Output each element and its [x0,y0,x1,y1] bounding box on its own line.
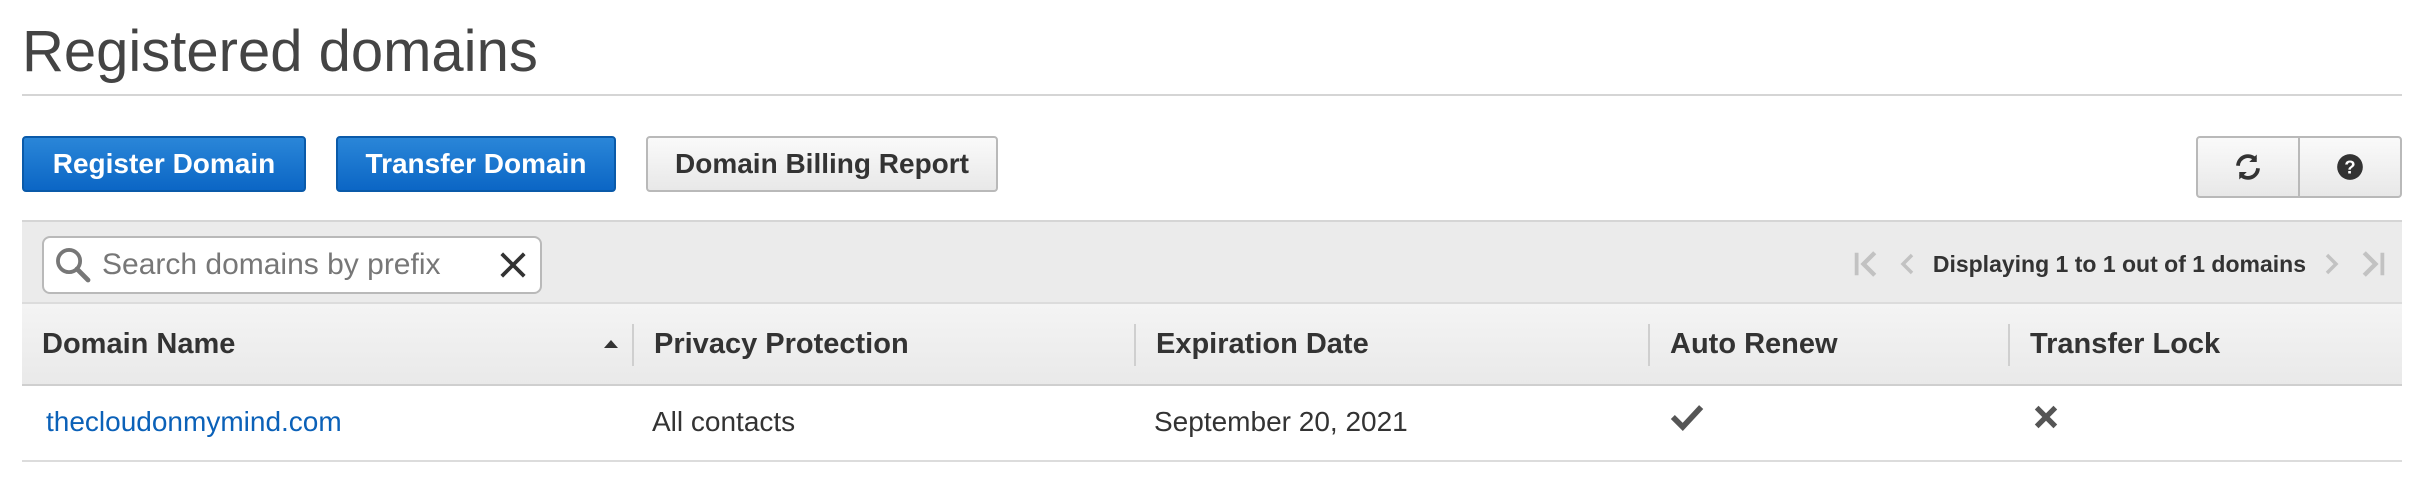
column-divider [2008,324,2010,366]
first-page-icon[interactable] [1851,249,1881,279]
domain-billing-report-button[interactable]: Domain Billing Report [646,136,998,192]
help-button[interactable]: ? [2298,138,2400,196]
x-icon [2034,405,2058,429]
column-divider [1648,324,1650,366]
sort-ascending-icon [604,340,618,348]
last-page-icon[interactable] [2358,249,2388,279]
expiration-cell: September 20, 2021 [1154,406,1408,437]
refresh-button[interactable] [2198,138,2298,196]
previous-page-icon[interactable] [1895,249,1919,279]
refresh-icon [2236,154,2260,180]
pagination-text: Displaying 1 to 1 out of 1 domains [1932,250,2306,277]
column-header-transfer-lock[interactable]: Transfer Lock [2030,304,2220,384]
next-page-icon[interactable] [2320,249,2344,279]
register-domain-button[interactable]: Register Domain [22,136,306,192]
search-input[interactable] [100,247,494,283]
toolbar-icon-group: ? [2196,136,2402,198]
clear-search-icon[interactable] [498,250,528,280]
column-header-domain-name[interactable]: Domain Name [42,304,235,384]
filter-bar: Displaying 1 to 1 out of 1 domains [22,220,2402,302]
auto-renew-cell [1670,386,1704,448]
search-icon [54,246,92,284]
pagination: Displaying 1 to 1 out of 1 domains [1851,244,2388,284]
column-divider [1134,324,1136,366]
column-header-expiration-date[interactable]: Expiration Date [1156,304,1369,384]
title-divider [22,94,2402,96]
transfer-lock-cell [2032,386,2060,448]
check-icon [1670,405,1704,431]
svg-text:?: ? [2344,156,2355,177]
transfer-domain-button[interactable]: Transfer Domain [336,136,616,192]
table-row[interactable]: thecloudonmymind.com All contacts Septem… [22,386,2402,462]
page-title: Registered domains [22,19,538,84]
privacy-cell: All contacts [652,406,796,437]
column-header-auto-renew[interactable]: Auto Renew [1670,304,1838,384]
column-header-privacy-protection[interactable]: Privacy Protection [654,304,909,384]
table-header: Domain Name Privacy Protection Expiratio… [22,302,2402,386]
column-divider [632,324,634,366]
domains-table: Domain Name Privacy Protection Expiratio… [22,302,2402,462]
search-box [42,236,542,294]
help-icon: ? [2337,154,2363,180]
domain-link[interactable]: thecloudonmymind.com [46,406,342,438]
